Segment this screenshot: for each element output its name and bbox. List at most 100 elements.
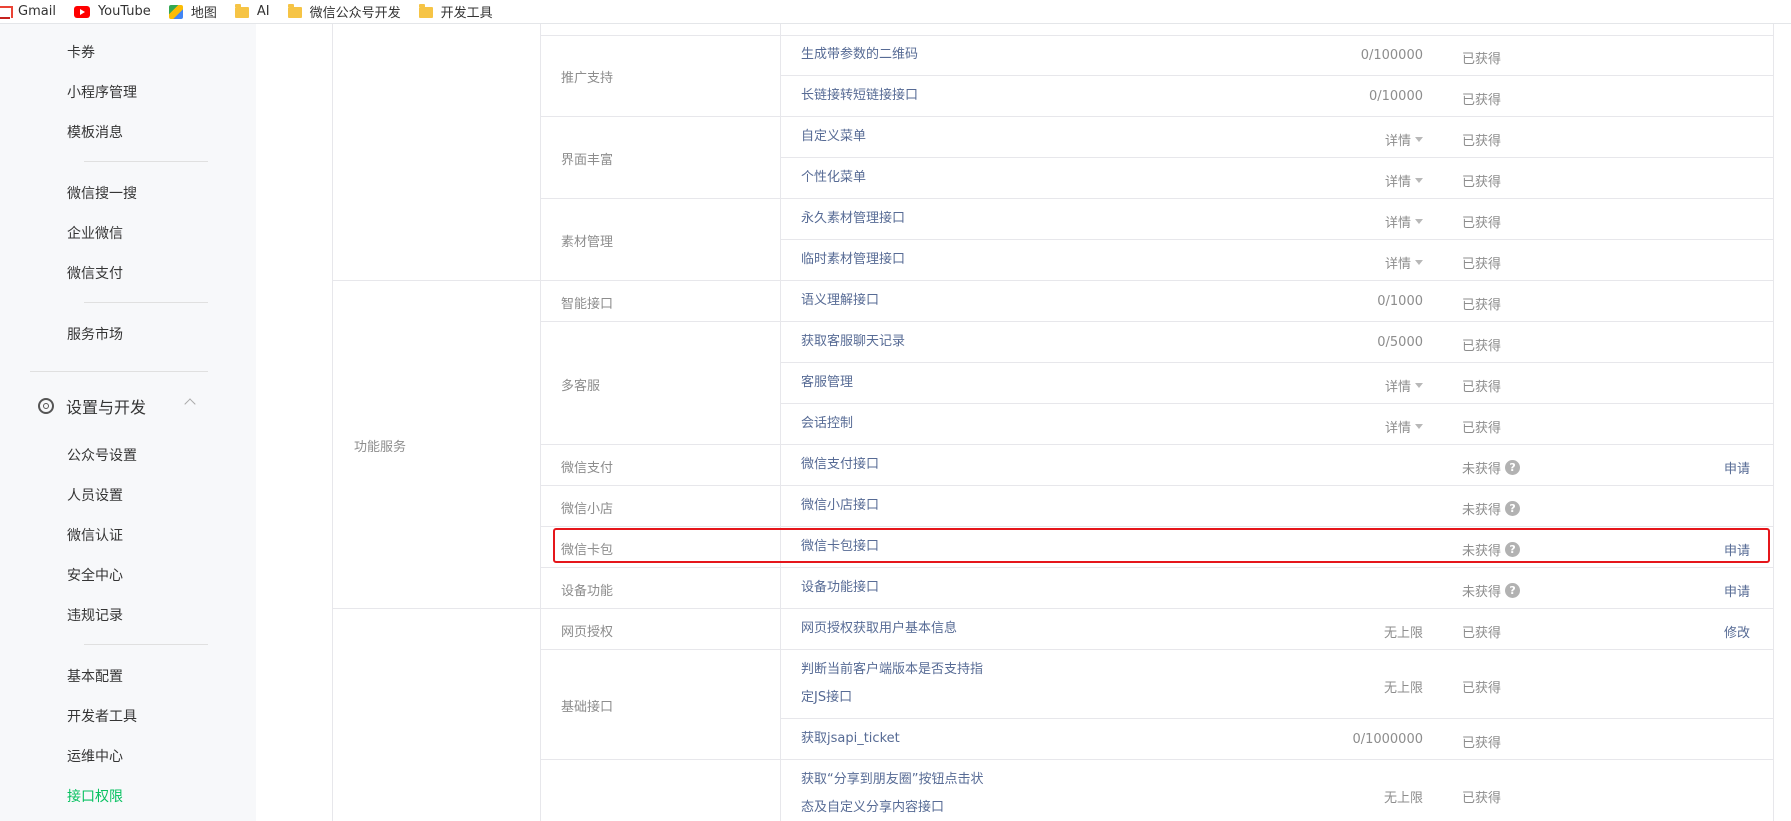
sidebar-divider xyxy=(84,161,208,162)
youtube-icon xyxy=(73,5,90,18)
api-name: 微信支付接口 xyxy=(801,457,880,472)
details-label: 详情 xyxy=(1384,134,1411,149)
status-text: 已获得 xyxy=(1462,736,1502,751)
sidebar-item-market[interactable]: 服务市场 xyxy=(67,324,123,344)
status-text: 已获得 xyxy=(1462,298,1502,313)
quota-value: 0/5000 xyxy=(1377,335,1423,350)
modify-button[interactable]: 修改 xyxy=(1724,622,1750,641)
gear-icon xyxy=(38,398,54,414)
api-name: 自定义菜单 xyxy=(801,129,867,144)
api-permission-table xyxy=(332,24,1774,821)
sidebar-item-wecom[interactable]: 企业微信 xyxy=(67,223,123,243)
details-dropdown[interactable]: 详情 xyxy=(1385,417,1423,436)
sidebar-item-template-msg[interactable]: 模板消息 xyxy=(67,122,123,142)
status-not-granted: 未获得? xyxy=(1462,499,1521,518)
table-line xyxy=(540,116,1774,117)
group-label: 微信卡包 xyxy=(561,543,614,558)
table-line xyxy=(540,526,1774,527)
sidebar-item-basic-config[interactable]: 基本配置 xyxy=(67,666,123,686)
status-text: 已获得 xyxy=(1462,626,1502,641)
sidebar-item-violations[interactable]: 违规记录 xyxy=(67,605,123,625)
bookmark-youtube[interactable]: YouTube xyxy=(73,4,151,19)
api-name: 生成带参数的二维码 xyxy=(801,47,919,62)
sidebar-item-members[interactable]: 人员设置 xyxy=(67,485,123,505)
details-dropdown[interactable]: 详情 xyxy=(1385,130,1423,149)
sidebar-item-dev-tools[interactable]: 开发者工具 xyxy=(67,706,137,726)
api-name: 客服管理 xyxy=(801,375,854,390)
folder-icon xyxy=(287,4,302,18)
bookmark-folder-ai[interactable]: AI xyxy=(234,4,270,19)
sidebar-item-verification[interactable]: 微信认证 xyxy=(67,525,123,545)
caret-down-icon xyxy=(1415,424,1423,429)
bookmark-maps[interactable]: 地图 xyxy=(168,2,217,21)
status-label: 未获得 xyxy=(1462,585,1502,600)
bookmark-label: YouTube xyxy=(97,4,151,19)
group-label: 基础接口 xyxy=(561,700,614,715)
help-icon[interactable]: ? xyxy=(1505,542,1521,557)
api-name: 获取客服聊天记录 xyxy=(801,334,906,349)
quota-text: 无上限 xyxy=(1383,626,1423,641)
table-line xyxy=(540,485,1774,486)
sidebar xyxy=(0,24,256,821)
sidebar-item-search[interactable]: 微信搜一搜 xyxy=(67,183,137,203)
details-label: 详情 xyxy=(1384,175,1411,190)
apply-button[interactable]: 申请 xyxy=(1724,540,1750,559)
table-line xyxy=(780,75,1774,76)
help-icon[interactable]: ? xyxy=(1505,501,1521,516)
group-label: 网页授权 xyxy=(561,625,614,640)
help-icon[interactable]: ? xyxy=(1505,583,1521,598)
quota-value: 无上限 xyxy=(1384,787,1423,806)
sidebar-item-security[interactable]: 安全中心 xyxy=(67,565,123,585)
details-dropdown[interactable]: 详情 xyxy=(1385,212,1423,231)
apply-button[interactable]: 申请 xyxy=(1724,458,1750,477)
bookmark-folder-wechat-dev[interactable]: 微信公众号开发 xyxy=(287,2,401,21)
api-name: 语义理解接口 xyxy=(801,293,880,308)
status-label: 未获得 xyxy=(1462,544,1502,559)
table-line xyxy=(540,759,1774,760)
help-icon[interactable]: ? xyxy=(1505,460,1521,475)
status-text: 已获得 xyxy=(1462,421,1502,436)
caret-down-icon xyxy=(1415,219,1423,224)
status-not-granted: 未获得? xyxy=(1462,540,1521,559)
table-line xyxy=(540,321,1774,322)
group-label: 智能接口 xyxy=(561,297,614,312)
sidebar-item-pay[interactable]: 微信支付 xyxy=(67,263,123,283)
sidebar-item-account-settings[interactable]: 公众号设置 xyxy=(67,445,137,465)
details-label: 详情 xyxy=(1384,380,1411,395)
api-name: 微信卡包接口 xyxy=(801,539,880,554)
status-text: 已获得 xyxy=(1462,52,1502,67)
api-name: 态及自定义分享内容接口 xyxy=(801,800,945,815)
details-dropdown[interactable]: 详情 xyxy=(1385,171,1423,190)
bookmark-gmail[interactable]: Gmail xyxy=(0,4,56,19)
bookmark-folder-devtools[interactable]: 开发工具 xyxy=(418,2,493,21)
api-name: 永久素材管理接口 xyxy=(801,211,906,226)
sidebar-item-coupons[interactable]: 卡券 xyxy=(67,42,95,62)
table-line xyxy=(780,157,1774,158)
details-label: 详情 xyxy=(1384,421,1411,436)
group-label: 素材管理 xyxy=(561,235,614,250)
apply-button[interactable]: 申请 xyxy=(1724,581,1750,600)
sidebar-item-miniprogram[interactable]: 小程序管理 xyxy=(67,82,137,102)
caret-down-icon xyxy=(1415,260,1423,265)
sidebar-group-label: 设置与开发 xyxy=(66,398,147,417)
api-name: 会话控制 xyxy=(801,416,854,431)
caret-down-icon xyxy=(1415,383,1423,388)
sidebar-item-api-permissions[interactable]: 接口权限 xyxy=(67,786,123,806)
sidebar-group-settings-dev[interactable]: 设置与开发 xyxy=(38,394,146,418)
group-label: 界面丰富 xyxy=(561,153,614,168)
table-line xyxy=(780,239,1774,240)
folder-icon xyxy=(418,4,433,18)
sidebar-item-ops[interactable]: 运维中心 xyxy=(67,746,123,766)
details-dropdown[interactable]: 详情 xyxy=(1385,376,1423,395)
table-divider xyxy=(780,24,781,821)
details-dropdown[interactable]: 详情 xyxy=(1385,253,1423,272)
bookmark-label: 开发工具 xyxy=(440,6,493,21)
folder-icon xyxy=(234,4,249,18)
api-name: 获取jsapi_ticket xyxy=(801,731,900,746)
quota-text: 0/1000 xyxy=(1377,294,1423,309)
quota-value: 0/1000 xyxy=(1377,294,1423,309)
api-name: 获取“分享到朋友圈”按钮点击状 xyxy=(801,772,984,787)
quota-value: 无上限 xyxy=(1384,622,1423,641)
group-label: 推广支持 xyxy=(561,71,614,86)
status-text: 已获得 xyxy=(1462,257,1502,272)
